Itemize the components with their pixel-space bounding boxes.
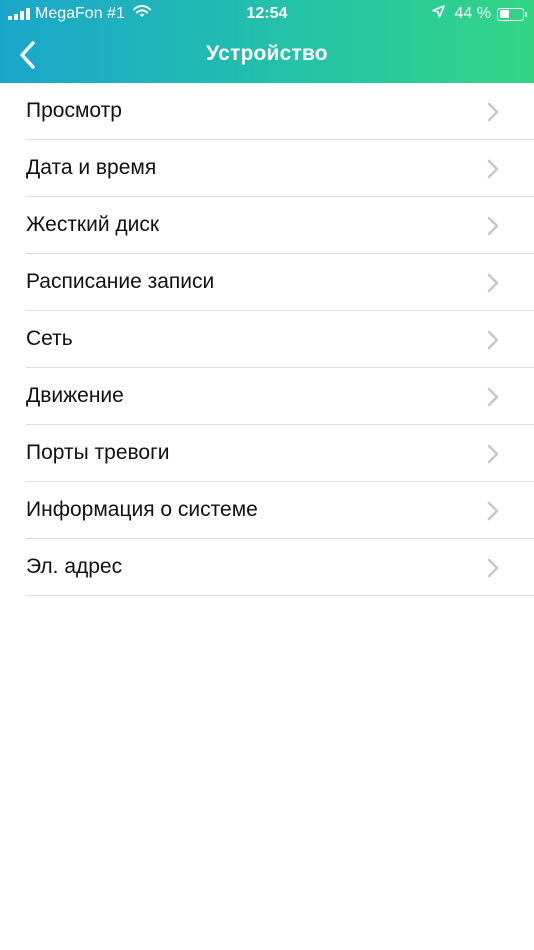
chevron-right-icon — [487, 273, 499, 293]
menu-item-label: Информация о системе — [26, 498, 258, 521]
menu-item-label: Движение — [26, 384, 124, 407]
menu-item[interactable]: Движение — [26, 368, 534, 425]
status-right: 44 % — [431, 5, 527, 23]
menu-item[interactable]: Расписание записи — [26, 254, 534, 311]
menu-item[interactable]: Информация о системе — [26, 482, 534, 539]
header: MegaFon #1 12:54 44 % Устройство — [0, 0, 534, 83]
chevron-right-icon — [487, 444, 499, 464]
menu-item[interactable]: Эл. адрес — [26, 539, 534, 596]
menu-item[interactable]: Жесткий диск — [26, 197, 534, 254]
menu-item-label: Просмотр — [26, 99, 122, 122]
nav-bar: Устройство — [0, 28, 534, 83]
chevron-right-icon — [487, 501, 499, 521]
menu-item-label: Порты тревоги — [26, 441, 170, 464]
battery-percent: 44 % — [454, 5, 491, 22]
chevron-right-icon — [487, 558, 499, 578]
menu-item-label: Дата и время — [26, 156, 157, 179]
status-bar: MegaFon #1 12:54 44 % — [0, 0, 534, 28]
battery-icon — [497, 7, 527, 21]
menu-item[interactable]: Дата и время — [26, 140, 534, 197]
chevron-right-icon — [487, 387, 499, 407]
menu-item[interactable]: Сеть — [26, 311, 534, 368]
chevron-right-icon — [487, 159, 499, 179]
chevron-right-icon — [487, 216, 499, 236]
chevron-right-icon — [487, 330, 499, 350]
battery-fill — [499, 10, 510, 18]
menu-item-label: Расписание записи — [26, 270, 215, 293]
menu-item[interactable]: Просмотр — [26, 83, 534, 140]
page-title: Устройство — [206, 42, 328, 65]
location-arrow-icon — [431, 5, 445, 23]
menu-item-label: Эл. адрес — [26, 555, 123, 578]
menu-item[interactable]: Порты тревоги — [26, 425, 534, 482]
menu-item-label: Сеть — [26, 327, 73, 350]
settings-menu: Просмотр Дата и время Жесткий диск Расписан… — [0, 83, 534, 596]
chevron-right-icon — [487, 102, 499, 122]
menu-item-label: Жесткий диск — [26, 213, 160, 236]
